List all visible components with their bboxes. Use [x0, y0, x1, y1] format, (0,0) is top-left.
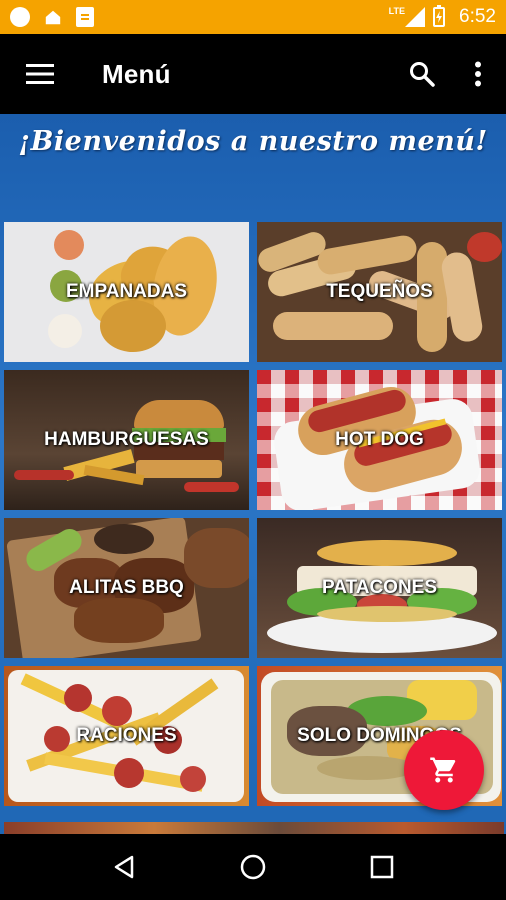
app-bar: Menú [0, 34, 506, 114]
network-type: LTE [388, 6, 406, 16]
welcome-text: ¡Bienvenidos a nuestro menú! [18, 126, 488, 157]
cart-icon [430, 757, 456, 783]
note-notification-icon [76, 7, 94, 27]
back-icon [115, 855, 134, 879]
menu-content[interactable]: ¡Bienvenidos a nuestro menú! EMPANADAS T… [0, 114, 506, 834]
welcome-banner: ¡Bienvenidos a nuestro menú! [0, 114, 506, 219]
category-card-tequenos[interactable]: TEQUEÑOS [257, 222, 502, 362]
menu-button[interactable] [0, 34, 80, 114]
recents-button[interactable] [352, 837, 412, 897]
back-button[interactable] [94, 837, 154, 897]
category-card-empanadas[interactable]: EMPANADAS [4, 222, 249, 362]
category-card-raciones[interactable]: RACIONES [4, 666, 249, 806]
category-card-alitas-bbq[interactable]: ALITAS BBQ [4, 518, 249, 658]
category-label: PATACONES [321, 577, 438, 598]
category-card-hamburguesas[interactable]: HAMBURGUESAS [4, 370, 249, 510]
category-card-patacones[interactable]: PATACONES [257, 518, 502, 658]
search-button[interactable] [394, 34, 450, 114]
clock: 6:52 [459, 6, 496, 27]
more-vert-icon [475, 61, 481, 87]
status-bar: LTE 6:52 [0, 0, 506, 34]
category-label: TEQUEÑOS [326, 281, 433, 302]
system-nav-bar [0, 834, 506, 900]
category-card-partial[interactable] [4, 822, 504, 834]
category-label: ALITAS BBQ [69, 577, 184, 598]
overflow-menu-button[interactable] [450, 34, 506, 114]
search-icon [410, 62, 435, 87]
category-grid: EMPANADAS TEQUEÑOS HAMBURGUESAS HOT DOG … [4, 222, 504, 806]
category-label: HAMBURGUESAS [44, 429, 209, 450]
category-label: EMPANADAS [65, 281, 188, 302]
category-label: HOT DOG [335, 429, 424, 450]
category-card-hot-dog[interactable]: HOT DOG [257, 370, 502, 510]
home-notification-icon [45, 10, 61, 25]
recents-icon [370, 855, 393, 879]
category-label: RACIONES [76, 725, 177, 746]
notification-dot-icon [10, 7, 30, 27]
home-button[interactable] [223, 837, 283, 897]
home-icon [240, 854, 266, 880]
cart-fab-button[interactable] [404, 730, 484, 810]
battery-icon [433, 5, 446, 27]
page-title: Menú [102, 58, 171, 89]
signal-icon [405, 7, 426, 27]
menu-icon [26, 64, 54, 84]
